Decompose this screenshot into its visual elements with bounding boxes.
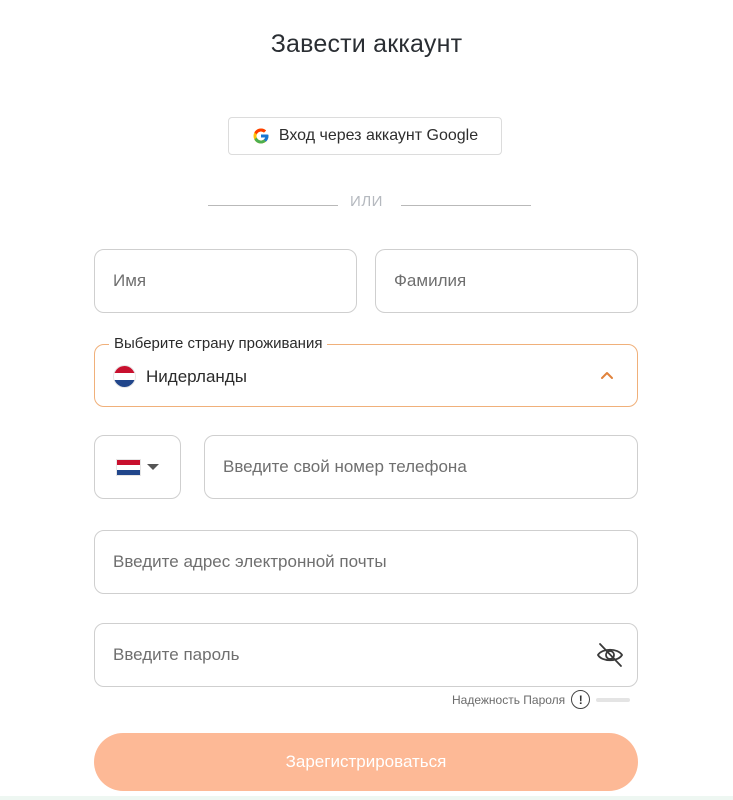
bottom-band [0, 796, 733, 800]
phone-country-code-select[interactable] [94, 435, 181, 499]
page-title: Завести аккаунт [270, 30, 463, 58]
divider-right [401, 205, 531, 206]
email-placeholder: Введите адрес электронной почты [113, 552, 387, 571]
netherlands-flag-icon [113, 365, 136, 388]
country-name: Нидерланды [146, 366, 247, 386]
country-select-value: Нидерланды [113, 365, 247, 388]
google-signin-label: Вход через аккаунт Google [278, 127, 479, 144]
last-name-input[interactable]: Фамилия [375, 249, 638, 313]
first-name-input[interactable]: Имя [94, 249, 357, 313]
password-placeholder: Введите пароль [113, 645, 240, 664]
phone-input[interactable]: Введите свой номер телефона [204, 435, 638, 499]
chevron-up-icon[interactable] [599, 367, 615, 383]
caret-down-icon [147, 464, 159, 470]
country-select-label: Выберите страну проживания [109, 335, 328, 352]
google-icon [253, 128, 269, 144]
email-input[interactable]: Введите адрес электронной почты [94, 530, 638, 594]
netherlands-flag-icon [116, 458, 141, 476]
phone-placeholder: Введите свой номер телефона [223, 457, 467, 476]
register-button[interactable]: Зарегистрироваться [94, 733, 638, 791]
password-input[interactable]: Введите пароль [94, 623, 638, 687]
country-select[interactable]: Выберите страну проживания Нидерланды [94, 335, 638, 407]
last-name-placeholder: Фамилия [394, 271, 467, 290]
first-name-placeholder: Имя [113, 271, 147, 290]
password-strength-bar [596, 697, 631, 702]
google-signin-button[interactable]: Вход через аккаунт Google [228, 117, 502, 155]
divider-text: ИЛИ [350, 193, 383, 210]
alert-icon: ! [571, 690, 591, 709]
password-strength: Надежность Пароля ! [452, 690, 631, 709]
password-strength-label: Надежность Пароля [452, 692, 566, 707]
eye-off-icon[interactable] [595, 640, 625, 670]
